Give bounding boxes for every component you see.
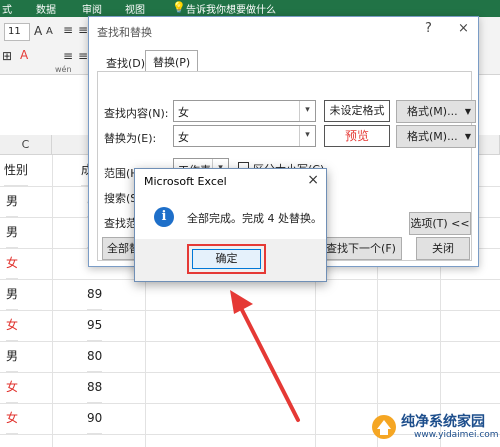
cell-gender[interactable]: 女 [6,310,19,341]
replace-with-label: 替换为(E): [104,132,157,145]
cell-gender[interactable]: 男 [6,186,19,217]
watermark-url: www.yidaimei.com [414,430,499,440]
excel-message-box: Microsoft Excel × i 全部完成。完成 4 处替换。 确定 [134,168,327,282]
cell-score[interactable]: 89 [87,279,103,310]
ok-button[interactable]: 确定 [192,249,261,269]
grow-font-icon[interactable]: A [34,24,42,38]
dropdown-arrow-icon: ▼ [464,132,471,141]
close-icon[interactable]: × [458,21,469,36]
look-in-label: 查找范 [104,217,137,230]
msgbox-title: Microsoft Excel [144,175,227,188]
replace-with-combo[interactable]: 女 ▾ [173,125,316,147]
tell-me-box[interactable]: 告诉我你想要做什么 [186,1,276,16]
grid-line [0,403,500,404]
find-format-button[interactable]: 格式(M)... ▼ [396,100,476,123]
cell-gender-header[interactable]: 性别 [4,155,29,186]
column-header-c[interactable]: C [0,135,52,155]
chevron-down-icon[interactable]: ▾ [299,101,315,121]
find-format-preview: 未设定格式 [324,100,390,122]
align-center-icon[interactable]: ≡ [78,49,88,63]
ribbon-tab-data[interactable]: 数据 [36,1,56,16]
cell-gender[interactable]: 女 [6,248,19,279]
grid-line [0,372,500,373]
grid-line [0,310,500,311]
grid-line [0,341,500,342]
ok-button-highlight: 确定 [187,244,266,274]
close-button[interactable]: 关闭 [416,237,470,260]
align-left-icon[interactable]: ≡ [63,49,73,63]
ribbon-tab-bar: 式 数据 审阅 视图 💡 告诉我你想要做什么 [0,0,500,17]
align-middle-icon[interactable]: ≡ [78,23,88,37]
ribbon-tab-view[interactable]: 视图 [125,1,145,16]
find-what-combo[interactable]: 女 ▾ [173,100,316,122]
cell-score[interactable]: 80 [87,341,103,372]
cell-score[interactable]: 95 [87,310,103,341]
info-icon: i [154,207,174,227]
replace-format-preview: 预览 [324,125,390,147]
lightbulb-icon: 💡 [172,1,186,14]
find-what-value: 女 [178,106,189,119]
replace-with-value: 女 [178,131,189,144]
msgbox-titlebar[interactable]: Microsoft Excel × [135,169,326,195]
close-icon[interactable]: × [307,172,319,188]
ribbon-tab-review[interactable]: 审阅 [82,1,102,16]
msgbox-message: 全部完成。完成 4 处替换。 [187,212,322,225]
msgbox-body: i 全部完成。完成 4 处替换。 [135,195,326,239]
shrink-font-icon[interactable]: A [46,26,53,37]
phonetic-icon[interactable]: wén [55,65,72,74]
tab-replace[interactable]: 替换(P) [145,50,199,72]
cell-gender[interactable]: 女 [6,403,19,434]
dropdown-arrow-icon: ▼ [464,107,471,116]
cell-score[interactable]: 88 [87,372,103,403]
find-what-label: 查找内容(N): [104,107,169,120]
borders-icon[interactable]: ⊞ [2,49,12,63]
replace-format-button-label: 格式(M)... [407,130,458,143]
dialog-title: 查找和替换 [97,26,152,39]
find-format-button-label: 格式(M)... [407,105,458,118]
watermark-logo-icon [372,415,396,439]
chevron-down-icon[interactable]: ▾ [299,126,315,146]
cell-gender[interactable]: 男 [6,217,19,248]
align-top-icon[interactable]: ≡ [63,23,73,37]
watermark-name: 纯净系统家园 [401,414,485,430]
cell-score[interactable]: 90 [87,403,103,434]
replace-format-button[interactable]: 格式(M)... ▼ [396,125,476,148]
help-icon[interactable]: ? [425,21,432,36]
cell-gender[interactable]: 女 [6,372,19,403]
cell-gender[interactable]: 男 [6,341,19,372]
options-button[interactable]: 选项(T) << [409,212,471,235]
ribbon-tab-formulas[interactable]: 式 [2,1,12,16]
find-next-button[interactable]: 查找下一个(F) [320,237,402,260]
font-size-select[interactable]: 11 [4,23,30,41]
cell-gender[interactable]: 男 [6,279,19,310]
font-color-icon[interactable]: A [20,48,28,62]
dialog-titlebar[interactable]: 查找和替换 ? × [89,17,478,45]
